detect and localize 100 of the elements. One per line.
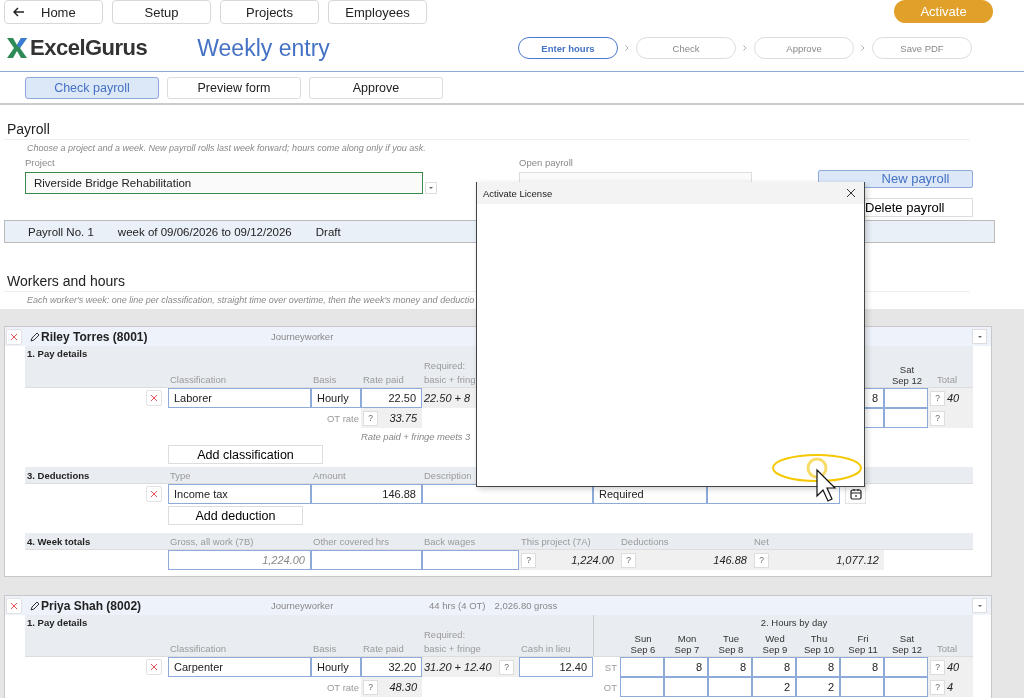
help-button[interactable]: ? [930,659,945,675]
worker-summary: 2,026.80 gross [494,600,558,611]
date-header: Sep 7 [674,644,700,655]
dropdown-icon[interactable] [425,182,437,194]
help-button[interactable]: ? [363,410,378,426]
hours-field[interactable] [840,677,884,697]
hours-field[interactable] [884,657,928,677]
close-icon [150,490,158,498]
step-button[interactable]: Enter hours [518,37,618,59]
hours-field[interactable] [884,677,928,697]
ot-rate-cell-text: 48.30 [388,680,418,695]
total-cell-text: 146.88 [712,553,748,568]
help-button[interactable]: ? [930,410,945,426]
collapse-button[interactable] [972,598,987,613]
chevron-icon [625,45,629,51]
tab[interactable]: Preview form [167,76,301,99]
column-header: Rate paid [362,374,405,387]
column-header: Back wages [423,535,477,547]
row-label: OT rate [325,411,360,426]
date-header: Sep 8 [718,644,744,655]
hours-field[interactable]: 2 [796,677,840,697]
help-button[interactable]: ? [621,552,636,568]
total-cell: 40 [945,657,973,677]
rate-field[interactable]: 22.50 [361,388,422,408]
column-header: Gross, all work (7B) [169,535,255,547]
hours-field[interactable]: 2 [752,677,796,697]
date-header: Sep 12 [891,375,923,386]
remove-button[interactable] [6,597,22,614]
help-button[interactable]: ? [754,552,769,568]
ot-rate-cell-text: 33.75 [388,411,418,426]
basis-field[interactable]: Hourly [311,388,361,408]
nav-button[interactable]: Home [4,0,103,24]
project-field[interactable]: Riverside Bridge Rehabilitation [25,172,423,194]
help-button[interactable]: ? [521,552,536,568]
remove-button[interactable] [146,659,162,675]
hours-field[interactable]: 8 [796,657,840,677]
section-title: 1. Pay details [26,347,89,359]
day-header: Thu [810,633,828,644]
add-classification-button[interactable]: Add classification [168,445,323,464]
calendar-icon [849,488,862,500]
tab[interactable]: Check payroll [25,76,159,99]
close-icon [10,332,18,341]
worker-name: Riley Torres (8001) [41,329,149,344]
worker-name: Priya Shah (8002) [41,598,143,613]
pencil-icon[interactable] [30,600,40,611]
help-button[interactable]: ? [930,390,945,406]
step-button[interactable]: Approve [754,37,854,59]
hours-field[interactable]: 8 [840,657,884,677]
column-header: Amount [312,469,347,481]
hours-field[interactable]: 8 [664,657,708,677]
day-header: Fri [857,633,869,644]
hours-field[interactable] [620,657,664,677]
summary-text: week of 09/06/2026 to 09/12/2026 [117,225,292,238]
other-hours-field[interactable] [311,550,422,570]
tab[interactable]: Approve [309,76,443,99]
remove-button[interactable] [6,328,22,345]
date-header: Sep 12 [891,644,923,655]
collapse-button[interactable] [972,329,987,344]
help-button[interactable]: ? [363,679,378,695]
close-icon [10,601,18,610]
logo-text: ExcelGurus [30,35,148,61]
worker-level: Journeyworker [271,331,335,342]
classification-field[interactable]: Carpenter [168,657,311,677]
cash-field[interactable]: 12.40 [519,657,593,677]
hours-field[interactable] [664,677,708,697]
page-title: Weekly entry [197,34,330,62]
hours-field[interactable] [884,388,928,408]
field-label: Project [25,157,56,169]
step-button[interactable]: Check [636,37,736,59]
hours-field[interactable] [884,408,928,428]
hours-field[interactable]: 8 [708,657,752,677]
nav-button[interactable]: Setup [112,0,211,24]
worker-level: Journeyworker [271,600,335,611]
dialog-title: Activate License [483,187,553,199]
row-label: OT [603,681,617,693]
classification-field[interactable]: Laborer [168,388,311,408]
hours-field[interactable] [708,677,752,697]
help-button[interactable]: ? [499,659,514,675]
section-title: 4. Week totals [26,535,92,547]
hours-field[interactable] [620,677,664,697]
rate-field[interactable]: 32.20 [361,657,422,677]
back-wages-field[interactable] [422,550,519,570]
section-title: 1. Pay details [26,616,89,628]
hours-field[interactable]: 8 [752,657,796,677]
remove-button[interactable] [146,486,162,502]
gross-field[interactable]: 1,224.00 [168,550,311,570]
close-icon [150,663,158,671]
close-icon[interactable] [846,188,856,198]
help-button[interactable]: ? [930,679,945,695]
remove-button[interactable] [146,390,162,406]
step-button[interactable]: Save PDF [872,37,972,59]
pencil-icon[interactable] [30,331,40,342]
column-header: Required: [424,629,467,640]
nav-button[interactable]: Employees [328,0,427,24]
amount-field[interactable]: 146.88 [311,484,422,504]
deduction-type-field[interactable]: Income tax [168,484,311,504]
nav-button[interactable]: Projects [220,0,319,24]
add-deduction-button[interactable]: Add deduction [168,506,303,525]
row-label: ST [604,661,617,673]
basis-field[interactable]: Hourly [311,657,361,677]
